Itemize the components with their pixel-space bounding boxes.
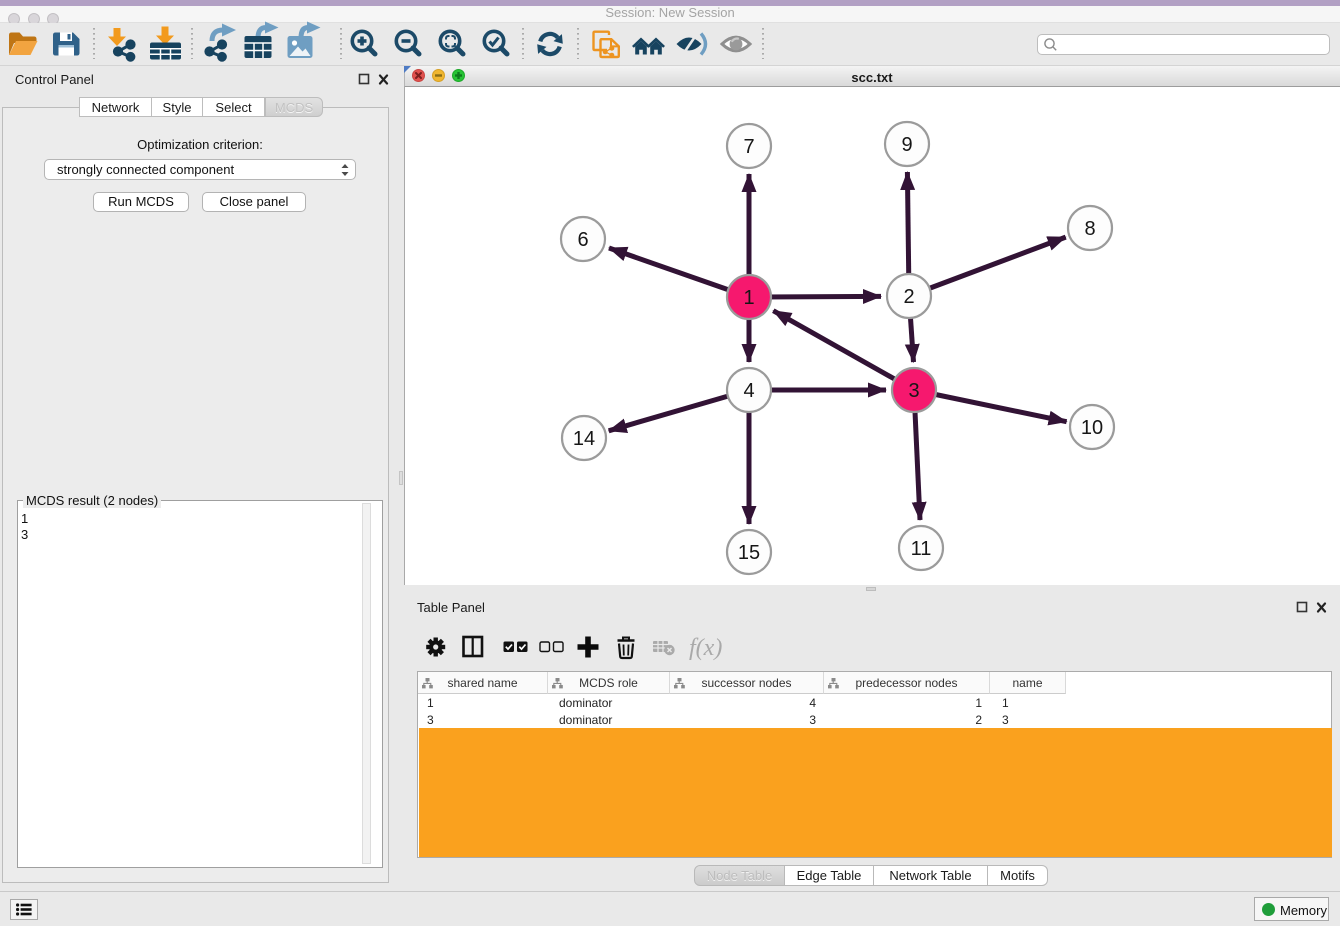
svg-text:7: 7 [743, 136, 754, 158]
svg-text:9: 9 [901, 134, 912, 156]
svg-text:3: 3 [908, 380, 919, 402]
svg-text:10: 10 [1081, 417, 1103, 439]
svg-text:8: 8 [1084, 218, 1095, 240]
svg-text:14: 14 [573, 428, 595, 450]
svg-text:2: 2 [903, 286, 914, 308]
svg-text:f(x): f(x) [689, 635, 722, 661]
svg-text:4: 4 [743, 380, 754, 402]
svg-text:6: 6 [577, 229, 588, 251]
svg-text:1: 1 [743, 287, 754, 309]
svg-text:11: 11 [911, 538, 932, 560]
svg-text:15: 15 [738, 542, 760, 564]
